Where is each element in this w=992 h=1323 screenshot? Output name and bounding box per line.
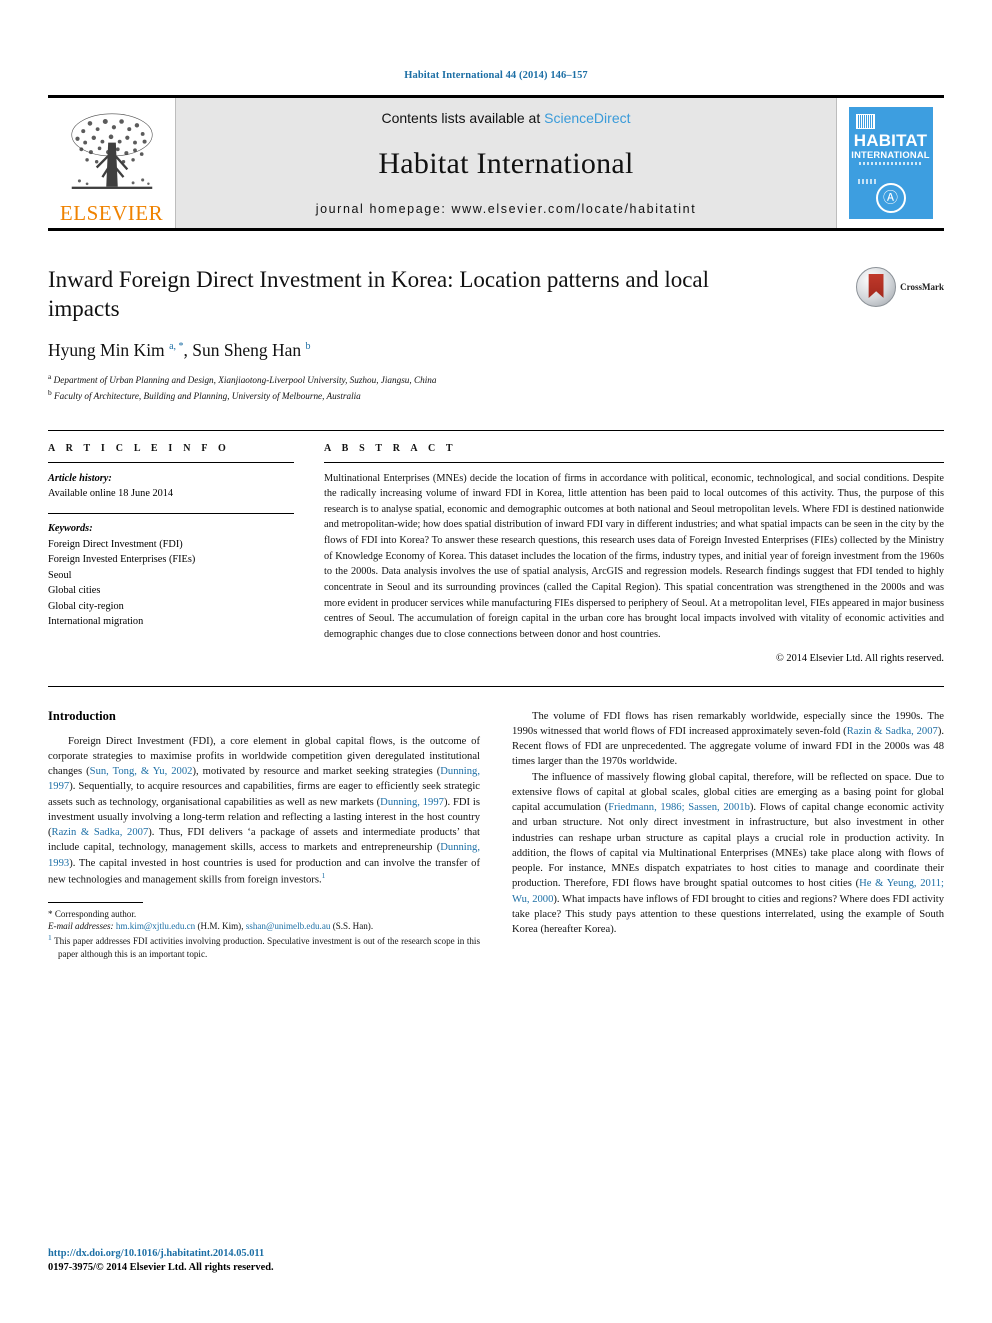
list-item: International migration xyxy=(48,616,144,627)
cover-title-line1: HABITAT xyxy=(853,131,928,150)
article-info-column: A R T I C L E I N F O Article history: A… xyxy=(48,443,294,664)
article-page: Habitat International 44 (2014) 146–157 xyxy=(0,0,992,1323)
article-info-heading: A R T I C L E I N F O xyxy=(48,442,230,454)
title-block: Inward Foreign Direct Investment in Kore… xyxy=(48,265,944,404)
footnote-block: * Corresponding author. E-mail addresses… xyxy=(48,908,480,962)
keyword-list: Foreign Direct Investment (FDI) Foreign … xyxy=(48,537,294,630)
page-title: Inward Foreign Direct Investment in Kore… xyxy=(48,267,710,322)
abstract-text: Multinational Enterprises (MNEs) decide … xyxy=(324,472,944,640)
crossmark-icon[interactable] xyxy=(856,267,897,307)
body-columns: Introduction Foreign Direct Investment (… xyxy=(48,709,944,962)
contents-available-line: Contents lists available at ScienceDirec… xyxy=(381,110,630,126)
body-column-right: The volume of FDI flows has risen remark… xyxy=(512,709,944,962)
section-heading-introduction: Introduction xyxy=(48,708,116,723)
paragraph: The volume of FDI flows has risen remark… xyxy=(512,710,944,768)
paragraph: The influence of massively flowing globa… xyxy=(512,771,945,936)
running-head: Habitat International 44 (2014) 146–157 xyxy=(404,70,588,81)
elsevier-logo: ELSEVIER xyxy=(48,98,176,228)
crossmark-badge-group[interactable]: CrossMark xyxy=(856,267,944,307)
sciencedirect-link[interactable]: ScienceDirect xyxy=(544,110,630,126)
info-abstract-section: A R T I C L E I N F O Article history: A… xyxy=(48,429,944,664)
journal-band: Contents lists available at ScienceDirec… xyxy=(176,98,836,228)
cover-emblem-icon: Ⓐ xyxy=(875,183,906,213)
abstract-copyright: © 2014 Elsevier Ltd. All rights reserved… xyxy=(776,652,944,664)
journal-cover-thumbnail: HABITAT INTERNATIONAL Ⓐ xyxy=(848,107,933,219)
journal-homepage-line[interactable]: journal homepage: www.elsevier.com/locat… xyxy=(316,202,697,216)
abstract-heading: A B S T R A C T xyxy=(324,442,457,454)
list-item: Seoul xyxy=(48,569,72,581)
list-item: Foreign Direct Investment (FDI) xyxy=(48,538,183,550)
footnote-rule xyxy=(48,901,143,903)
affiliation-b: b Faculty of Architecture, Building and … xyxy=(48,387,824,403)
cover-small-text xyxy=(857,179,878,184)
elsevier-wordmark: ELSEVIER xyxy=(59,201,164,225)
issn-copyright-line: 0197-3975/© 2014 Elsevier Ltd. All right… xyxy=(48,1261,274,1273)
journal-title: Habitat International xyxy=(378,147,634,180)
footnote-corresponding-author: * Corresponding author. xyxy=(48,908,137,919)
article-history-value: Available online 18 June 2014 xyxy=(48,487,174,499)
affiliation-marker-b: b xyxy=(48,388,52,398)
divider xyxy=(48,685,944,687)
crossmark-label: CrossMark xyxy=(900,282,944,292)
abstract-column: A B S T R A C T Multinational Enterprise… xyxy=(324,443,944,664)
author-list: Hyung Min Kim a, *, Sun Sheng Han b xyxy=(48,339,311,360)
page-footer: http://dx.doi.org/10.1016/j.habitatint.2… xyxy=(48,1247,478,1275)
divider xyxy=(324,461,944,463)
journal-cover: HABITAT INTERNATIONAL Ⓐ xyxy=(836,98,944,228)
elsevier-tree-icon xyxy=(70,113,153,189)
journal-masthead: ELSEVIER Contents lists available at Sci… xyxy=(48,95,944,231)
affiliation-a: a Department of Urban Planning and Desig… xyxy=(48,371,824,387)
cover-title-line2: INTERNATIONAL xyxy=(851,149,930,160)
cover-emblem-glyph: Ⓐ xyxy=(882,189,899,207)
list-item: Foreign Invested Enterprises (FIEs) xyxy=(48,554,196,566)
affiliation-marker-a: a xyxy=(48,371,52,381)
footnote-1: 1 This paper addresses FDI activities in… xyxy=(48,933,480,960)
divider xyxy=(48,461,294,463)
list-item: Global cities xyxy=(48,585,101,597)
barcode-icon xyxy=(855,114,875,129)
affiliation-text-b: Faculty of Architecture, Building and Pl… xyxy=(54,391,361,402)
list-item: Global city-region xyxy=(48,600,124,612)
body-column-left: Introduction Foreign Direct Investment (… xyxy=(48,709,480,962)
cover-rule xyxy=(858,162,923,165)
affiliation-text-a: Department of Urban Planning and Design,… xyxy=(53,374,437,385)
keywords-label: Keywords: xyxy=(48,523,93,535)
paragraph: Foreign Direct Investment (FDI), a core … xyxy=(48,735,480,886)
footnote-email-addresses: E-mail addresses: hm.kim@xjtlu.edu.cn (H… xyxy=(48,921,374,932)
contents-prefix: Contents lists available at xyxy=(381,110,545,126)
affiliation-list: a Department of Urban Planning and Desig… xyxy=(48,371,824,404)
doi-link[interactable]: http://dx.doi.org/10.1016/j.habitatint.2… xyxy=(48,1247,478,1261)
divider xyxy=(48,513,294,515)
article-history-label: Article history: xyxy=(48,472,112,484)
